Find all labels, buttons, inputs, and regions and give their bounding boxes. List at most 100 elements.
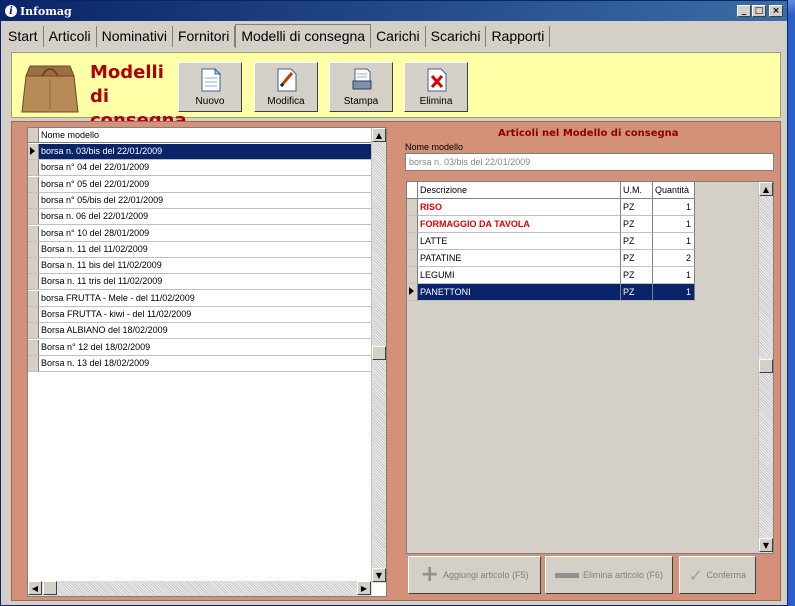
window-controls: _ □ × <box>737 5 783 17</box>
cell-quantita[interactable]: 2 <box>653 250 695 267</box>
cell-um[interactable]: PZ <box>621 216 653 233</box>
modifica-button[interactable]: Modifica <box>254 62 318 112</box>
column-nome-modello[interactable]: Nome modello <box>41 128 99 142</box>
cell-um[interactable]: PZ <box>621 250 653 267</box>
tab-carichi[interactable]: Carichi <box>371 26 426 47</box>
articles-grid-header: Descrizione U.M. Quantità <box>407 182 695 199</box>
cell-um[interactable]: PZ <box>621 199 653 216</box>
current-row-arrow-icon <box>409 287 414 295</box>
hscroll-thumb[interactable] <box>43 581 57 595</box>
elimina-button[interactable]: Elimina <box>404 62 468 112</box>
tab-start[interactable]: Start <box>3 26 44 47</box>
cell-quantita[interactable]: 1 <box>653 267 695 284</box>
minimize-button[interactable]: _ <box>737 5 751 17</box>
column-um[interactable]: U.M. <box>621 182 653 199</box>
row-indicator <box>28 290 39 306</box>
edit-document-icon <box>277 68 297 92</box>
cell-um[interactable]: PZ <box>621 284 653 301</box>
nuovo-label: Nuovo <box>195 96 225 107</box>
modifica-label: Modifica <box>267 96 305 107</box>
list-item-label: Borsa n° 12 del 18/02/2009 <box>41 341 151 352</box>
tab-fornitori[interactable]: Fornitori <box>173 26 236 47</box>
list-item[interactable]: borsa n. 06 del 22/01/2009 <box>28 209 372 226</box>
cell-quantita[interactable]: 1 <box>653 199 695 216</box>
row-indicator <box>28 225 39 241</box>
list-item[interactable]: borsa n° 05/bis del 22/01/2009 <box>28 192 372 209</box>
scroll-down-icon[interactable]: ▼ <box>372 568 386 582</box>
list-item[interactable]: Borsa n° 12 del 18/02/2009 <box>28 339 372 356</box>
cell-quantita[interactable]: 1 <box>653 216 695 233</box>
scroll-right-icon[interactable]: ▶ <box>357 581 371 595</box>
title-bar[interactable]: i Infomag _ □ × <box>1 1 787 21</box>
scroll-thumb[interactable] <box>759 359 773 373</box>
model-list-header: Nome modello <box>28 128 372 143</box>
scroll-down-icon[interactable]: ▼ <box>759 538 773 552</box>
scroll-thumb[interactable] <box>372 346 386 360</box>
model-list[interactable]: Nome modello borsa n. 03/bis del 22/01/2… <box>27 127 387 597</box>
list-item[interactable]: borsa n. 03/bis del 22/01/2009 <box>28 144 372 160</box>
tab-rapporti[interactable]: Rapporti <box>486 26 551 47</box>
current-row-arrow-icon <box>30 147 35 155</box>
list-item[interactable]: Borsa FRUTTA - kiwi - del 11/02/2009 <box>28 307 372 323</box>
cell-descrizione[interactable]: RISO <box>418 199 621 216</box>
list-item[interactable]: Borsa n. 11 bis del 11/02/2009 <box>28 258 372 275</box>
list-item[interactable]: borsa n° 10 del 28/01/2009 <box>28 225 372 242</box>
cell-descrizione[interactable]: FORMAGGIO DA TAVOLA <box>418 216 621 233</box>
table-row[interactable]: PATATINE PZ 2 <box>407 250 695 267</box>
list-item-label: Borsa n. 13 del 18/02/2009 <box>41 357 150 368</box>
cell-um[interactable]: PZ <box>621 267 653 284</box>
tab-modelli-di-consegna[interactable]: Modelli di consegna <box>235 24 372 48</box>
cell-descrizione[interactable]: PATATINE <box>418 250 621 267</box>
conferma-button[interactable]: ✓ Conferma <box>679 556 756 594</box>
aggiungi-articolo-button[interactable]: + Aggiungi articolo (F5) <box>408 556 541 594</box>
row-indicator <box>28 241 39 257</box>
row-indicator <box>28 323 39 339</box>
cell-descrizione[interactable]: PANETTONI <box>418 284 621 301</box>
nome-modello-field[interactable]: borsa n. 03/bis del 22/01/2009 <box>405 153 774 171</box>
row-indicator <box>28 176 39 192</box>
cell-quantita[interactable]: 1 <box>653 233 695 250</box>
table-row[interactable]: PANETTONI PZ 1 <box>407 284 695 301</box>
cell-quantita[interactable]: 1 <box>653 284 695 301</box>
close-button[interactable]: × <box>769 5 783 17</box>
list-item-label: borsa n° 05/bis del 22/01/2009 <box>41 194 164 205</box>
nome-modello-label: Nome modello <box>405 142 464 152</box>
list-item[interactable]: Borsa n. 11 del 11/02/2009 <box>28 241 372 258</box>
section-banner: Modelli di consegna Nuovo Modifica <box>11 52 781 131</box>
tab-scarichi[interactable]: Scarichi <box>426 26 487 47</box>
cell-descrizione[interactable]: LEGUMI <box>418 267 621 284</box>
table-row[interactable]: LATTE PZ 1 <box>407 233 695 250</box>
scroll-up-icon[interactable]: ▲ <box>372 128 386 142</box>
nuovo-button[interactable]: Nuovo <box>178 62 242 112</box>
elimina-articolo-button[interactable]: Elimina articolo (F6) <box>545 556 673 594</box>
stampa-button[interactable]: Stampa <box>329 62 393 112</box>
column-descrizione[interactable]: Descrizione <box>418 182 621 199</box>
elimina-label: Elimina <box>419 96 453 107</box>
main-tabs: Start Articoli Nominativi Fornitori Mode… <box>3 24 551 48</box>
maximize-button[interactable]: □ <box>752 5 766 17</box>
list-item[interactable]: Borsa n. 11 tris del 11/02/2009 <box>28 274 372 291</box>
column-quantita[interactable]: Quantità <box>653 182 695 199</box>
model-list-hscrollbar[interactable]: ◀ ▶ <box>28 581 372 596</box>
list-item-label: borsa n. 06 del 22/01/2009 <box>41 211 149 222</box>
list-item[interactable]: Borsa ALBIANO del 18/02/2009 <box>28 323 372 340</box>
articles-grid-vscrollbar[interactable]: ▲ ▼ <box>758 182 773 553</box>
table-row[interactable]: RISO PZ 1 <box>407 199 695 216</box>
list-item[interactable]: borsa FRUTTA - Mele - del 11/02/2009 <box>28 290 372 307</box>
articles-grid[interactable]: Descrizione U.M. Quantità RISO PZ 1 FORMAGG… <box>406 181 774 554</box>
row-indicator <box>28 144 39 159</box>
cell-um[interactable]: PZ <box>621 233 653 250</box>
tab-nominativi[interactable]: Nominativi <box>97 26 173 47</box>
table-row[interactable]: LEGUMI PZ 1 <box>407 267 695 284</box>
tab-articoli[interactable]: Articoli <box>44 26 97 47</box>
row-indicator <box>28 307 39 322</box>
list-item[interactable]: Borsa n. 13 del 18/02/2009 <box>28 355 372 372</box>
list-item[interactable]: borsa n° 05 del 22/01/2009 <box>28 176 372 193</box>
table-row[interactable]: FORMAGGIO DA TAVOLA PZ 1 <box>407 216 695 233</box>
scroll-left-icon[interactable]: ◀ <box>28 581 42 595</box>
scroll-up-icon[interactable]: ▲ <box>759 182 773 196</box>
window-title: Infomag <box>20 4 72 18</box>
list-item[interactable]: borsa n° 04 del 22/01/2009 <box>28 160 372 177</box>
model-list-vscrollbar[interactable]: ▲ ▼ <box>371 128 386 583</box>
cell-descrizione[interactable]: LATTE <box>418 233 621 250</box>
